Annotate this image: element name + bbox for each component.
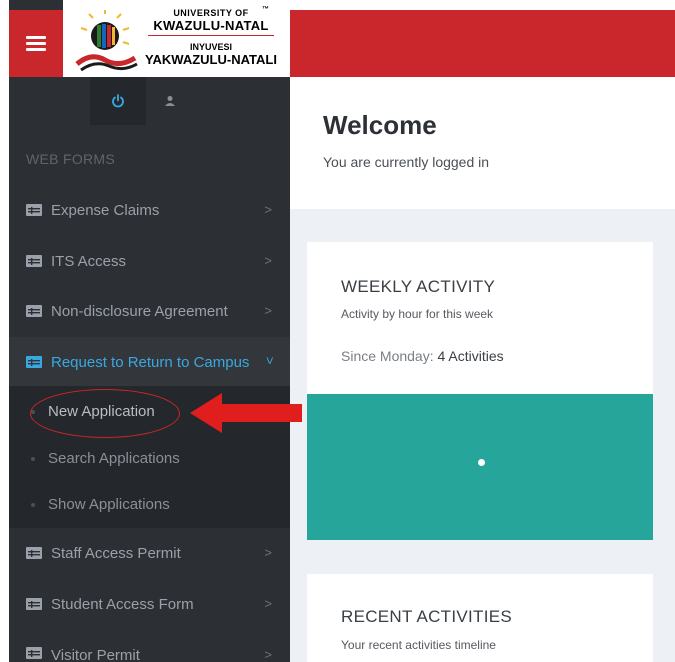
form-icon: [26, 204, 42, 216]
weekly-activity-count: Since Monday: 4 Activities: [341, 348, 504, 364]
form-icon: [26, 305, 42, 317]
profile-button[interactable]: [146, 77, 194, 125]
welcome-panel: [290, 77, 675, 209]
highlight-ellipse: [30, 389, 180, 438]
recent-activities-title: RECENT ACTIVITIES: [341, 607, 513, 626]
since-label: Since Monday:: [341, 348, 434, 364]
submenu-item-show-applications[interactable]: Show Applications: [48, 496, 170, 513]
university-logo[interactable]: UNIVERSITY OF KWAZULU-NATAL INYUVESI YAK…: [63, 0, 290, 77]
sidebar-item-request-to-return-to-campus[interactable]: Request to Return to Campus >: [9, 337, 290, 387]
sidebar-item-visitor-permit[interactable]: Visitor Permit >: [9, 630, 290, 662]
form-icon: [26, 255, 42, 267]
login-status-text: You are currently logged in: [323, 154, 490, 170]
hamburger-icon: [26, 42, 46, 45]
weekly-activity-title: WEEKLY ACTIVITY: [341, 277, 496, 296]
user-icon: [165, 96, 175, 106]
since-value: 4 Activities: [437, 348, 504, 364]
sidebar-item-label: Non-disclosure Agreement: [51, 302, 228, 320]
chevron-right-icon: >: [264, 303, 272, 318]
logo-line-3: INYUVESI: [189, 42, 232, 52]
chevron-right-icon: >: [264, 596, 272, 611]
top-header-bar: [290, 10, 675, 77]
logo-line-4: YAKWAZULU-NATALI: [145, 52, 277, 67]
sidebar-item-label: ITS Access: [51, 252, 127, 270]
logout-button[interactable]: [90, 77, 146, 125]
logo-line-1: UNIVERSITY OF: [173, 8, 249, 18]
arrow-left-icon: [190, 393, 302, 433]
sidebar-icon-row: [9, 77, 290, 125]
sidebar-item-label: Expense Claims: [51, 201, 160, 219]
sidebar-item-label: Visitor Permit: [51, 647, 140, 662]
form-icon: [26, 647, 42, 659]
logo-line-2: KWAZULU-NATAL: [153, 18, 269, 33]
sidebar-item-label: Staff Access Permit: [51, 544, 181, 562]
power-icon: [112, 94, 124, 108]
sidebar-item-student-access-form[interactable]: Student Access Form >: [9, 579, 290, 629]
chevron-down-icon: >: [262, 356, 278, 365]
sidebar-item-non-disclosure-agreement[interactable]: Non-disclosure Agreement >: [9, 286, 290, 336]
weekly-activity-chart-area: [307, 394, 653, 540]
chevron-right-icon: >: [264, 545, 272, 560]
trademark-symbol: ™: [262, 6, 269, 13]
form-icon: [26, 356, 42, 368]
recent-activities-subtitle: Your recent activities timeline: [341, 638, 496, 652]
sidebar-item-label: Request to Return to Campus: [51, 353, 250, 371]
submenu-item-search-applications[interactable]: Search Applications: [48, 450, 180, 467]
page-title: Welcome: [323, 110, 437, 140]
loading-indicator: [478, 459, 485, 466]
form-icon: [26, 547, 42, 559]
chevron-right-icon: >: [264, 202, 272, 217]
hamburger-menu-button[interactable]: [9, 10, 63, 77]
logo-wordmark: UNIVERSITY OF KWAZULU-NATAL INYUVESI YAK…: [140, 8, 282, 67]
submenu-bullet: [31, 503, 35, 507]
sidebar-item-staff-access-permit[interactable]: Staff Access Permit >: [9, 528, 290, 578]
sidebar-item-label: Student Access Form: [51, 595, 194, 613]
weekly-activity-subtitle: Activity by hour for this week: [341, 307, 494, 321]
chevron-right-icon: >: [264, 253, 272, 268]
crest-icon: [75, 10, 138, 72]
web-forms-section-label: WEB FORMS: [26, 151, 116, 167]
sidebar-item-expense-claims[interactable]: Expense Claims >: [9, 185, 290, 235]
form-icon: [26, 598, 42, 610]
logo-divider: [148, 35, 274, 36]
chevron-right-icon: >: [264, 647, 272, 662]
sidebar-item-its-access[interactable]: ITS Access >: [9, 236, 290, 286]
submenu-bullet: [31, 457, 35, 461]
